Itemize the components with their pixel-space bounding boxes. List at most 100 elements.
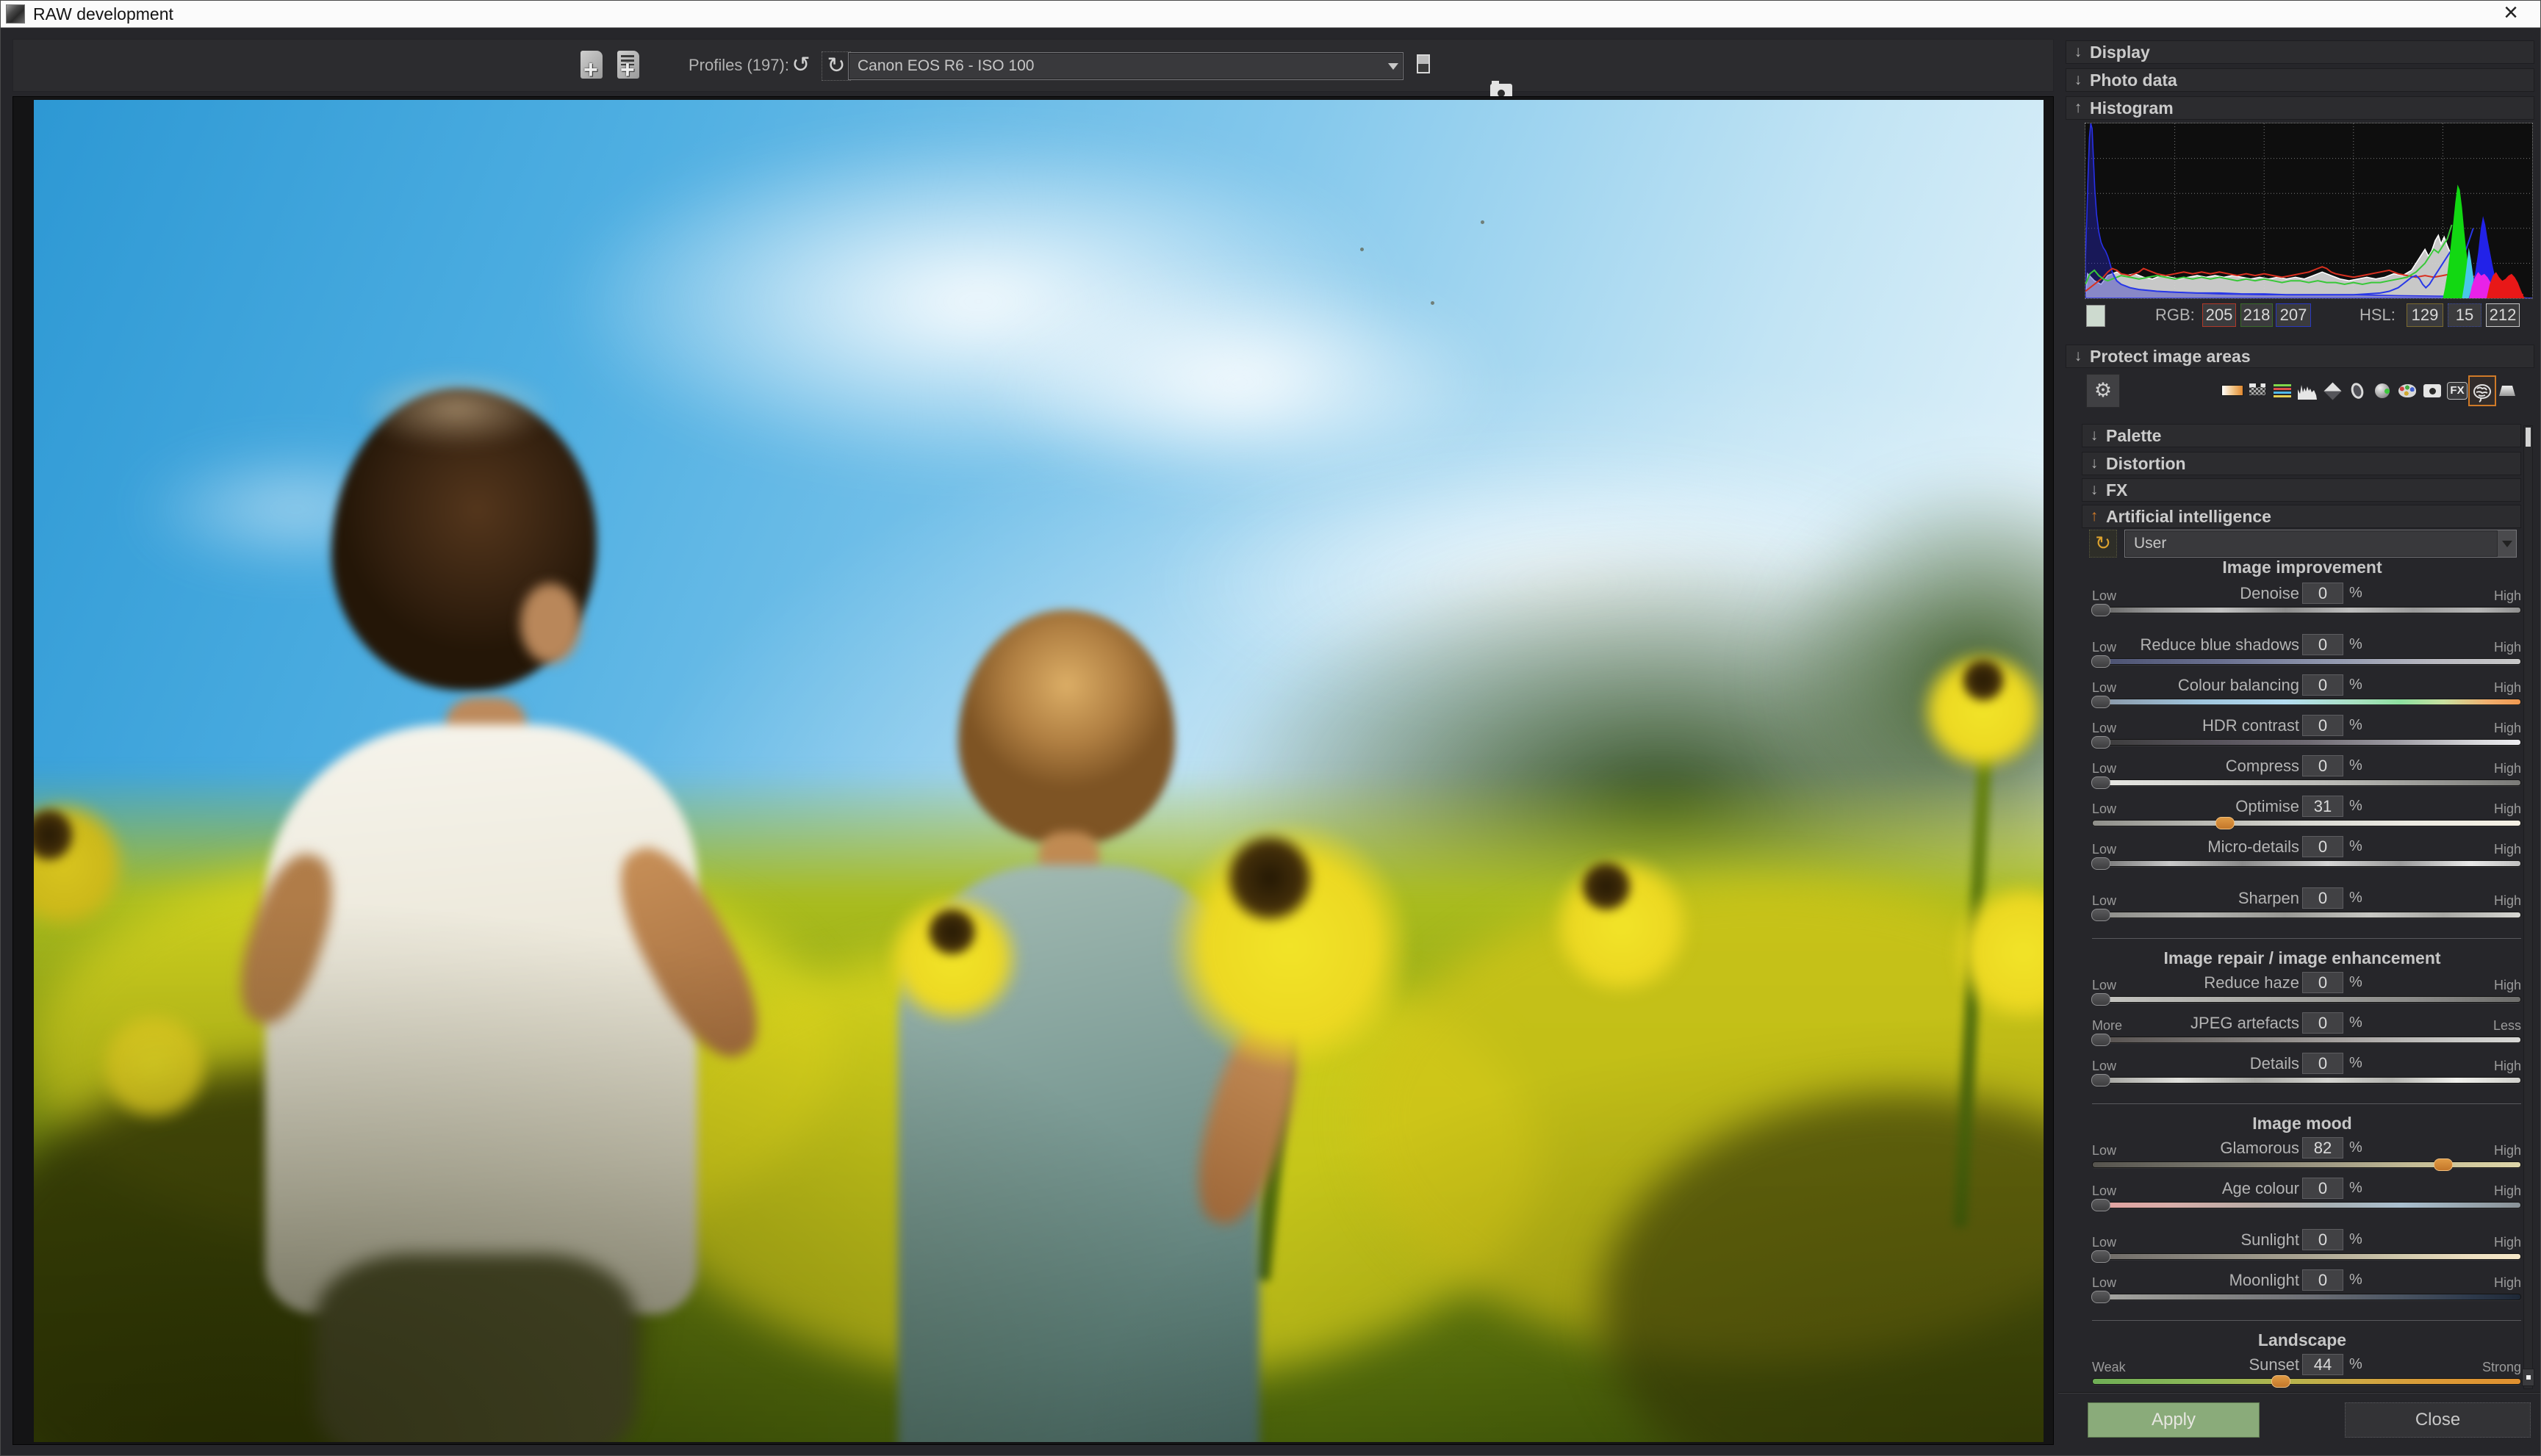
slider-track[interactable] (2092, 739, 2521, 746)
slider-value-field[interactable]: 0 (2302, 715, 2343, 736)
slider-track[interactable] (2092, 607, 2521, 613)
slider-thumb[interactable] (2091, 1034, 2110, 1046)
redo-button[interactable]: ↻ (822, 51, 851, 81)
slider-track[interactable] (2092, 1253, 2521, 1260)
slider-thumb[interactable] (2215, 817, 2235, 829)
slider-thumb[interactable] (2091, 696, 2110, 708)
slider-value-field[interactable]: 0 (2302, 755, 2343, 776)
slider-value-field[interactable]: 0 (2302, 634, 2343, 655)
histogram-icon[interactable] (2296, 380, 2318, 402)
slider-value-field[interactable]: 0 (2302, 1229, 2343, 1250)
slider-value-field[interactable]: 0 (2302, 1012, 2343, 1034)
section-fx[interactable]: ↓ FX (2082, 478, 2521, 502)
slider-value-field[interactable]: 0 (2302, 1269, 2343, 1291)
new-profile-from-settings-button[interactable] (617, 51, 639, 79)
section-histogram[interactable]: ↑ Histogram (2066, 96, 2534, 120)
slider-track[interactable] (2092, 779, 2521, 786)
collapse-arrow-icon: ↓ (2066, 43, 2090, 61)
rgb-r-value: 205 (2202, 303, 2236, 327)
slider-value-field[interactable]: 44 (2302, 1354, 2343, 1375)
slider-thumb[interactable] (2434, 1158, 2453, 1171)
slider-value-field[interactable]: 0 (2302, 1053, 2343, 1074)
slider-value-field[interactable]: 0 (2302, 674, 2343, 696)
sphere-3d-icon[interactable] (2371, 380, 2393, 402)
percent-sign: % (2349, 1272, 2362, 1289)
channel-curves-icon[interactable] (2271, 380, 2293, 402)
section-artificial-intelligence[interactable]: ↑ Artificial intelligence (2082, 505, 2521, 528)
slider-section-title: Image repair / image enhancement (2063, 948, 2541, 970)
new-profile-button[interactable] (581, 51, 603, 79)
slider-track[interactable] (2092, 860, 2521, 867)
section-protect-image-areas[interactable]: ↓ Protect image areas (2066, 345, 2534, 368)
slider-track[interactable] (2092, 658, 2521, 665)
section-photo-data[interactable]: ↓ Photo data (2066, 68, 2534, 92)
slider-thumb[interactable] (2091, 993, 2110, 1006)
slider-thumb[interactable] (2091, 736, 2110, 749)
slider-thumb[interactable] (2091, 1250, 2110, 1263)
slider-value-field[interactable]: 82 (2302, 1137, 2343, 1158)
slider-value-field[interactable]: 0 (2302, 836, 2343, 857)
slider-thumb[interactable] (2091, 909, 2110, 921)
slider-thumb[interactable] (2091, 604, 2110, 616)
slider-track[interactable] (2092, 1037, 2521, 1043)
slider-track[interactable] (2092, 912, 2521, 918)
slider-thumb[interactable] (2091, 1074, 2110, 1086)
slider-track[interactable] (2092, 996, 2521, 1003)
window-close-button[interactable]: × (2495, 0, 2527, 28)
slider-thumb[interactable] (2091, 857, 2110, 870)
slider-max-label: High (2494, 588, 2521, 604)
chevron-down-icon[interactable] (1384, 53, 1403, 79)
percent-sign: % (2349, 838, 2362, 855)
slider-thumb[interactable] (2091, 776, 2110, 789)
perspective-icon[interactable] (2496, 380, 2518, 402)
slider-track[interactable] (2092, 1202, 2521, 1208)
slider-track[interactable] (2092, 1161, 2521, 1168)
noise-icon[interactable] (2246, 380, 2268, 402)
apply-button[interactable]: Apply (2088, 1402, 2260, 1438)
undo-button[interactable]: ↺ (786, 51, 816, 81)
section-display-label: Display (2090, 43, 2150, 62)
section-palette[interactable]: ↓ Palette (2082, 424, 2521, 447)
slider-max-label: High (2494, 1059, 2521, 1074)
compare-view-button[interactable] (1411, 50, 1436, 79)
slider-track[interactable] (2092, 699, 2521, 705)
fx-icon[interactable]: FX (2446, 380, 2468, 402)
slider-label: Sunset (2249, 1355, 2300, 1374)
profile-dropdown[interactable]: Canon EOS R6 - ISO 100 (848, 52, 1404, 80)
slider-thumb[interactable] (2091, 1199, 2110, 1211)
slider-track[interactable] (2092, 820, 2521, 826)
section-display[interactable]: ↓ Display (2066, 40, 2534, 64)
settings-button[interactable]: ⚙ (2086, 374, 2120, 408)
palette-icon[interactable] (2396, 380, 2418, 402)
slider-label: Sharpen (2238, 889, 2299, 908)
new-profile-list-icon (617, 51, 639, 79)
slider-value-field[interactable]: 0 (2302, 887, 2343, 909)
section-divider (2092, 1320, 2521, 1321)
camera-icon[interactable] (2421, 380, 2443, 402)
exposure-gradient-icon[interactable] (2221, 380, 2243, 402)
contrast-icon[interactable] (2321, 380, 2343, 402)
slider-thumb[interactable] (2271, 1375, 2290, 1388)
percent-sign: % (2349, 677, 2362, 693)
slider-thumb[interactable] (2091, 1291, 2110, 1303)
slider-thumb[interactable] (2091, 655, 2110, 668)
ai-brain-icon[interactable] (2471, 380, 2493, 402)
slider-section-title: Image improvement (2063, 558, 2541, 580)
close-button[interactable]: Close (2345, 1402, 2531, 1438)
slider-max-label: High (2494, 1275, 2521, 1291)
slider-value-field[interactable]: 0 (2302, 583, 2343, 604)
slider-track[interactable] (2092, 1378, 2521, 1385)
slider-track[interactable] (2092, 1294, 2521, 1300)
slider-value-field[interactable]: 0 (2302, 972, 2343, 993)
section-distortion[interactable]: ↓ Distortion (2082, 452, 2521, 475)
slider-value-field[interactable]: 0 (2302, 1178, 2343, 1199)
rgb-label: RGB: (2155, 306, 2195, 325)
slider-track[interactable] (2092, 1077, 2521, 1084)
slider-value-field[interactable]: 31 (2302, 796, 2343, 817)
lens-icon[interactable] (2346, 380, 2368, 402)
window-title: RAW development (33, 4, 173, 24)
photo-canvas[interactable] (34, 100, 2044, 1442)
percent-sign: % (2349, 1014, 2362, 1031)
scrollbar-thumb[interactable] (2526, 428, 2531, 447)
slider-max-label: High (2494, 721, 2521, 736)
